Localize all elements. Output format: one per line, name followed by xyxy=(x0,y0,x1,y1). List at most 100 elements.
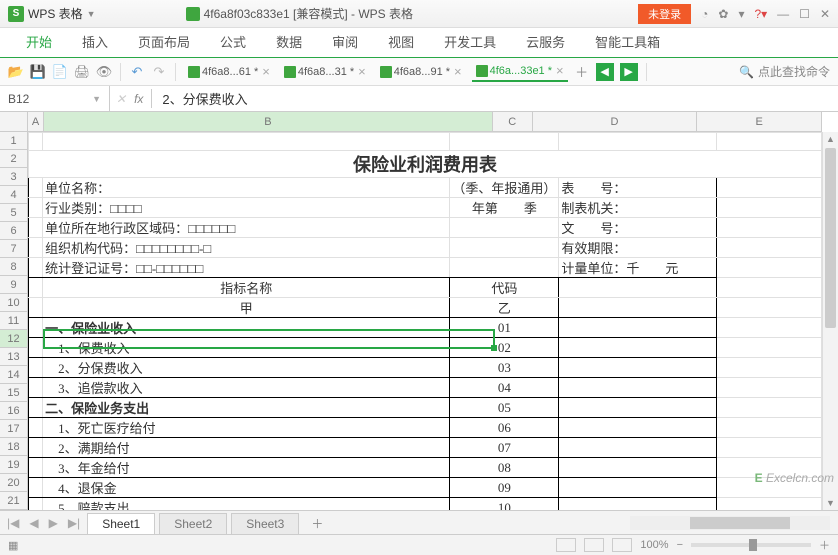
cell[interactable] xyxy=(29,338,43,358)
doc-tab-4[interactable]: 4f6a...33e1 *× xyxy=(472,61,568,82)
cell[interactable] xyxy=(29,278,43,298)
cell[interactable]: 09 xyxy=(450,478,559,498)
cell[interactable]: 计量单位：千 元 xyxy=(559,258,717,278)
cell[interactable] xyxy=(450,218,559,238)
close-icon[interactable]: ✕ xyxy=(820,7,830,21)
cell[interactable] xyxy=(450,258,559,278)
cell[interactable]: 3、追偿款收入 xyxy=(43,378,450,398)
tab-nav-left-icon[interactable]: ◀ xyxy=(596,63,614,81)
row-header-16[interactable]: 16 xyxy=(0,402,27,420)
cell[interactable] xyxy=(29,378,43,398)
cell[interactable] xyxy=(559,278,717,298)
zoom-out-icon[interactable]: − xyxy=(677,539,683,551)
cell[interactable] xyxy=(717,378,822,398)
cell[interactable] xyxy=(717,178,822,198)
tab-tools[interactable]: 智能工具箱 xyxy=(581,26,674,57)
cell[interactable] xyxy=(717,198,822,218)
row-header-3[interactable]: 3 xyxy=(0,168,27,186)
tab-layout[interactable]: 页面布局 xyxy=(124,26,204,57)
col-header-E[interactable]: E xyxy=(697,112,822,131)
tab-data[interactable]: 数据 xyxy=(262,26,316,57)
cell[interactable] xyxy=(29,438,43,458)
row-header-18[interactable]: 18 xyxy=(0,438,27,456)
close-tab-icon[interactable]: × xyxy=(262,64,270,79)
col-header-B[interactable]: B xyxy=(44,112,493,131)
cell[interactable] xyxy=(29,458,43,478)
command-search[interactable]: 🔍 点此查找命令 xyxy=(739,63,830,80)
cell[interactable] xyxy=(29,258,43,278)
close-tab-icon[interactable]: × xyxy=(358,64,366,79)
cell[interactable] xyxy=(559,318,717,338)
fill-handle-icon[interactable] xyxy=(491,345,497,351)
close-tab-icon[interactable]: × xyxy=(454,64,462,79)
col-header-A[interactable]: A xyxy=(28,112,44,131)
cell[interactable]: 04 xyxy=(450,378,559,398)
grid[interactable]: 保险业利润费用表单位名称：（季、年报通用）表 号：行业类别：□□□□年第 季制表… xyxy=(28,132,822,510)
add-sheet-icon[interactable]: ＋ xyxy=(303,512,331,535)
help-icon[interactable]: ?▾ xyxy=(754,7,767,21)
tab-formula[interactable]: 公式 xyxy=(206,26,260,57)
row-header-17[interactable]: 17 xyxy=(0,420,27,438)
cell[interactable] xyxy=(717,358,822,378)
cell[interactable] xyxy=(450,133,559,151)
cell[interactable] xyxy=(559,498,717,511)
scroll-thumb[interactable] xyxy=(690,517,790,529)
cell[interactable]: 表 号： xyxy=(559,178,717,198)
sheet-nav-prev-icon[interactable]: ◀ xyxy=(26,516,41,530)
app-menu-dropdown-icon[interactable]: ▼ xyxy=(87,9,96,19)
cell[interactable]: 统计登记证号：□□-□□□□□□ xyxy=(43,258,450,278)
doc-tab-3[interactable]: 4f6a8...91 *× xyxy=(376,62,466,81)
view-normal-icon[interactable] xyxy=(556,538,576,552)
cell[interactable] xyxy=(29,498,43,511)
cell[interactable]: 2、分保费收入 xyxy=(43,358,450,378)
row-header-4[interactable]: 4 xyxy=(0,186,27,204)
cell[interactable] xyxy=(717,398,822,418)
cell[interactable]: 指标名称 xyxy=(43,278,450,298)
select-all-corner[interactable] xyxy=(0,112,28,132)
row-header-7[interactable]: 7 xyxy=(0,240,27,258)
cell[interactable]: 年第 季 xyxy=(450,198,559,218)
row-header-21[interactable]: 21 xyxy=(0,492,27,510)
scroll-down-icon[interactable]: ▼ xyxy=(823,496,838,510)
cell[interactable]: 文 号： xyxy=(559,218,717,238)
scroll-thumb[interactable] xyxy=(825,148,836,328)
cancel-icon[interactable]: ✕ xyxy=(116,92,126,106)
row-header-19[interactable]: 19 xyxy=(0,456,27,474)
cell[interactable] xyxy=(717,338,822,358)
cell[interactable]: 07 xyxy=(450,438,559,458)
formula-input[interactable]: 2、分保费收入 xyxy=(151,89,832,108)
tab-start[interactable]: 开始 xyxy=(12,26,66,57)
cell[interactable]: 保险业利润费用表 xyxy=(29,151,822,178)
view-break-icon[interactable] xyxy=(612,538,632,552)
cell[interactable]: 3、年金给付 xyxy=(43,458,450,478)
sheet-nav-last-icon[interactable]: ▶| xyxy=(65,516,83,530)
cell[interactable]: 单位所在地行政区域码：□□□□□□ xyxy=(43,218,450,238)
row-header-2[interactable]: 2 xyxy=(0,150,27,168)
cell[interactable] xyxy=(559,478,717,498)
cell[interactable] xyxy=(717,133,822,151)
cell[interactable]: 2、满期给付 xyxy=(43,438,450,458)
cell[interactable]: 1、死亡医疗给付 xyxy=(43,418,450,438)
name-box[interactable]: B12 ▼ xyxy=(0,86,110,111)
cell[interactable]: 甲 xyxy=(43,298,450,318)
undo-icon[interactable]: ↶ xyxy=(129,64,145,80)
cell[interactable] xyxy=(29,358,43,378)
login-button[interactable]: 未登录 xyxy=(638,4,691,24)
cell[interactable]: 代码 xyxy=(450,278,559,298)
cloud-icon[interactable]: ◔ xyxy=(701,7,708,21)
cell[interactable] xyxy=(450,238,559,258)
cell[interactable] xyxy=(559,458,717,478)
cell[interactable]: 二、保险业务支出 xyxy=(43,398,450,418)
col-header-D[interactable]: D xyxy=(533,112,698,131)
cell[interactable]: 有效期限： xyxy=(559,238,717,258)
horizontal-scrollbar[interactable] xyxy=(630,516,830,530)
cell[interactable] xyxy=(29,318,43,338)
cell[interactable] xyxy=(717,278,822,298)
cell[interactable] xyxy=(717,318,822,338)
tab-view[interactable]: 视图 xyxy=(374,26,428,57)
vertical-scrollbar[interactable]: ▲ ▼ xyxy=(822,132,838,510)
cell[interactable]: 一、保险业收入 xyxy=(43,318,450,338)
sheet-nav-first-icon[interactable]: |◀ xyxy=(4,516,22,530)
print-icon[interactable]: 🖨 xyxy=(74,64,90,80)
export-icon[interactable]: 📄 xyxy=(52,64,68,80)
